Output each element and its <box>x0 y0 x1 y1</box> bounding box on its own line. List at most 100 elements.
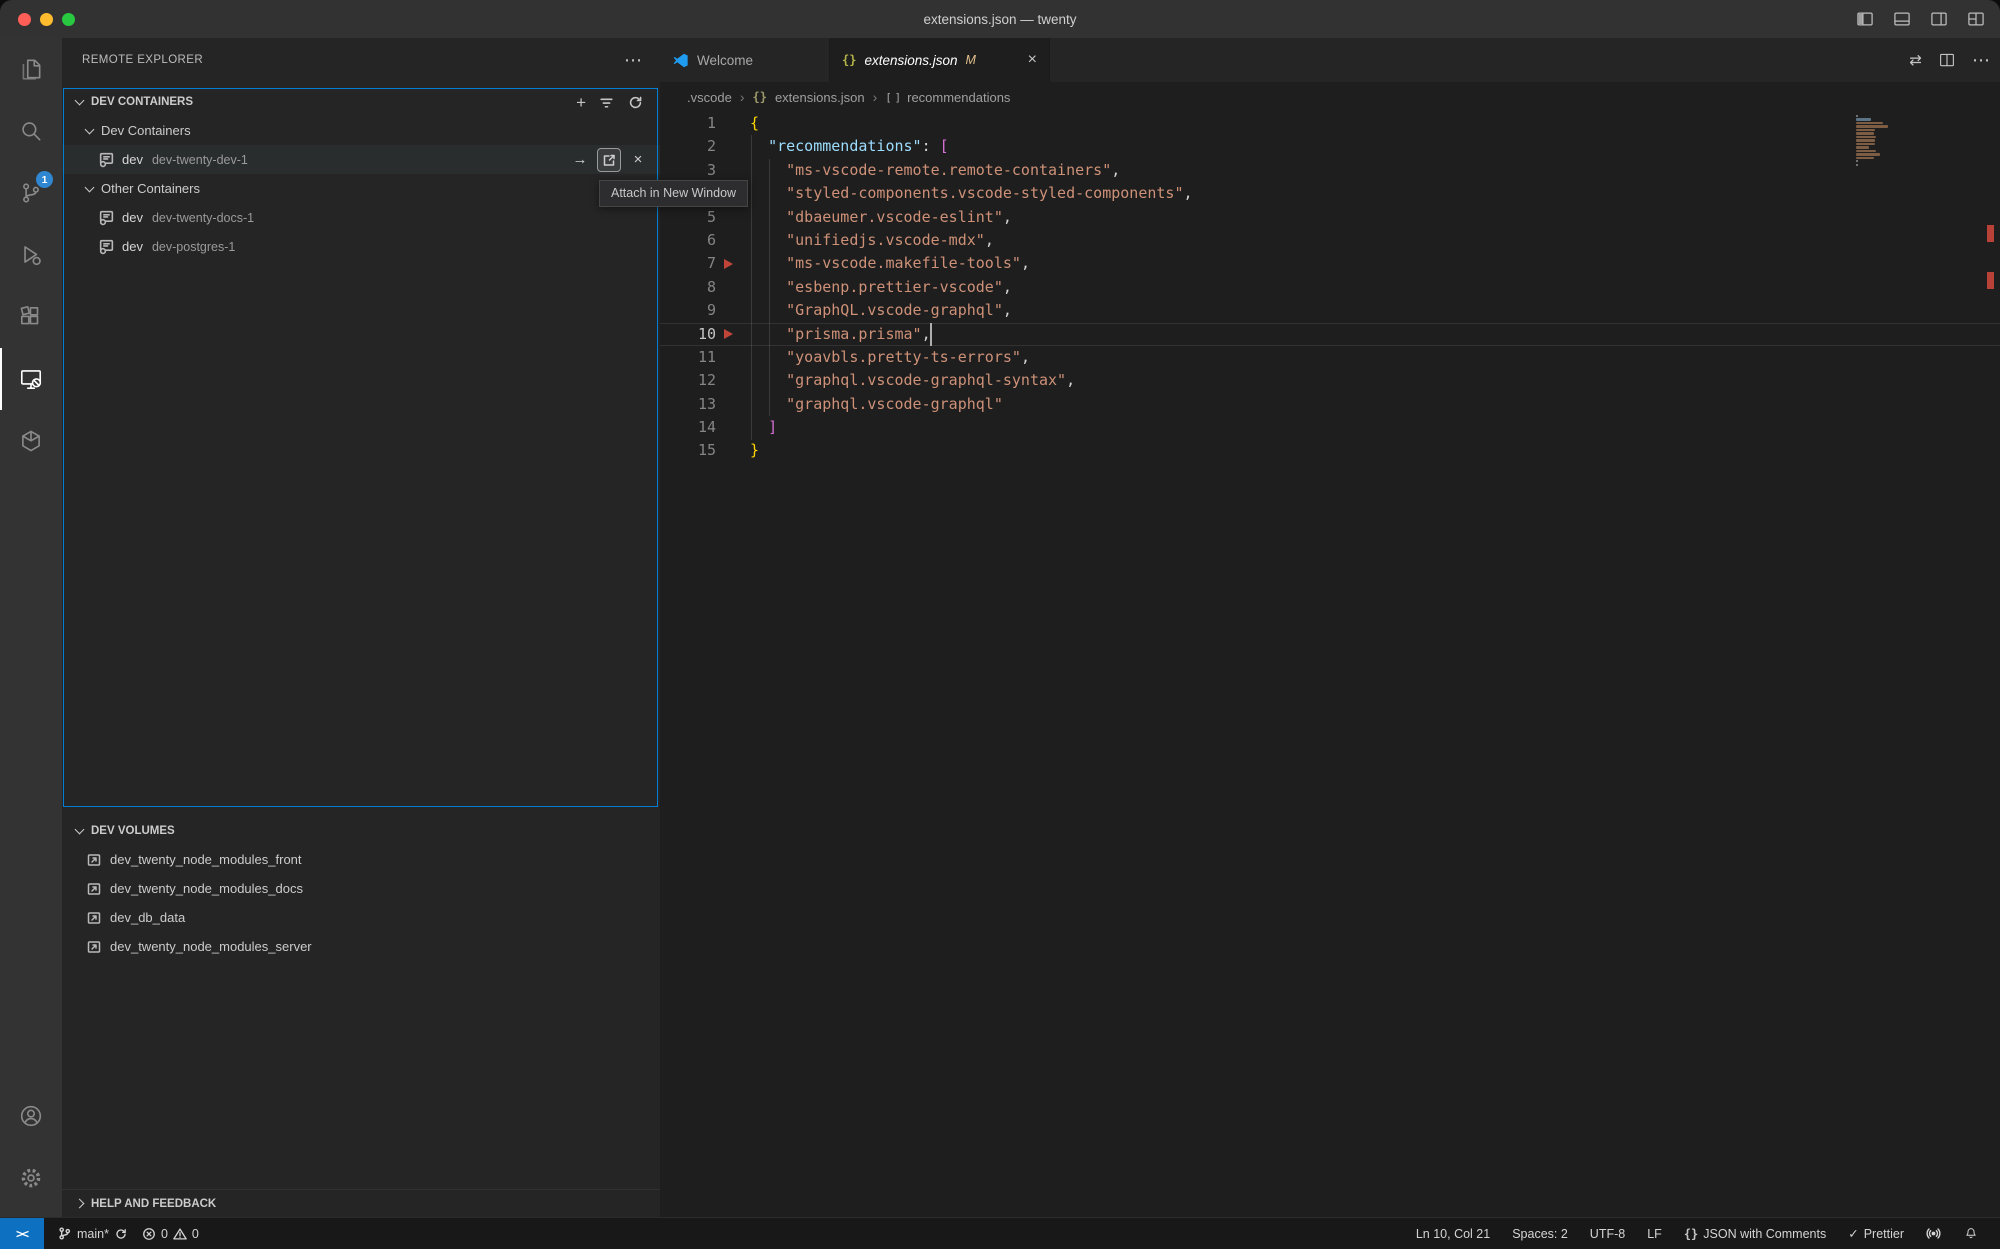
code-line[interactable]: 9 "GraphQL.vscode-graphql", <box>660 299 2000 322</box>
row-actions: → × <box>568 145 650 174</box>
open-changes-icon[interactable]: ⇄ <box>1909 51 1922 69</box>
code-line[interactable]: 13 "graphql.vscode-graphql" <box>660 393 2000 416</box>
encoding-status[interactable]: UTF-8 <box>1583 1223 1632 1245</box>
code-text: "unifiedjs.vscode-mdx", <box>750 229 994 252</box>
code-editor[interactable]: 1{2 "recommendations": [3 "ms-vscode-rem… <box>660 112 2000 1217</box>
toggle-primary-sidebar-icon[interactable] <box>1855 9 1875 29</box>
eol-status[interactable]: LF <box>1640 1223 1669 1245</box>
activity-search[interactable] <box>0 100 62 162</box>
dev-container-icon <box>98 151 115 168</box>
account-icon <box>18 1103 44 1129</box>
code-line[interactable]: 2 "recommendations": [ <box>660 135 2000 158</box>
line-number[interactable]: 3 <box>660 159 716 182</box>
containers-icon <box>18 428 44 454</box>
refresh-button[interactable] <box>627 94 644 111</box>
sidebar-more-actions-icon[interactable]: ⋯ <box>624 51 642 69</box>
activity-explorer[interactable] <box>0 38 62 100</box>
formatter-status[interactable]: ✓ Prettier <box>1841 1223 1911 1245</box>
zoom-window-button[interactable] <box>62 13 75 26</box>
minimize-window-button[interactable] <box>40 13 53 26</box>
chevron-right-icon <box>75 1199 85 1209</box>
problems-status[interactable]: 0 0 <box>135 1223 206 1245</box>
sync-icon <box>114 1227 128 1241</box>
notifications-status[interactable] <box>1956 1223 1986 1245</box>
container-row-dev-twenty-docs-1[interactable]: dev dev-twenty-docs-1 <box>62 203 660 232</box>
close-window-button[interactable] <box>18 13 31 26</box>
line-number[interactable]: 9 <box>660 299 716 322</box>
run-debug-icon <box>18 242 44 268</box>
container-row-dev-twenty-dev-1[interactable]: dev dev-twenty-dev-1 → × <box>62 145 660 174</box>
code-line[interactable]: 14 ] <box>660 416 2000 439</box>
activity-accounts[interactable] <box>0 1085 62 1147</box>
tree-group-dev-containers[interactable]: Dev Containers <box>62 116 660 145</box>
breadcrumb-symbol[interactable]: recommendations <box>907 90 1010 105</box>
more-actions-icon[interactable]: ⋯ <box>1972 50 1990 71</box>
code-line[interactable]: 5 "dbaeumer.vscode-eslint", <box>660 206 2000 229</box>
indentation-status[interactable]: Spaces: 2 <box>1505 1223 1575 1245</box>
toggle-panel-icon[interactable] <box>1892 9 1912 29</box>
cursor-position-status[interactable]: Ln 10, Col 21 <box>1409 1223 1497 1245</box>
broadcast-status[interactable] <box>1919 1223 1948 1245</box>
activity-remote-explorer[interactable] <box>0 348 62 410</box>
volume-row[interactable]: dev_twenty_node_modules_server <box>62 932 660 961</box>
line-number[interactable]: 10 <box>660 323 716 346</box>
close-tab-icon[interactable]: × <box>1028 51 1037 69</box>
container-row-dev-postgres-1[interactable]: dev dev-postgres-1 <box>62 232 660 261</box>
breadcrumb-file[interactable]: extensions.json <box>775 90 865 105</box>
remove-container-button[interactable]: × <box>626 148 650 172</box>
code-text: "yoavbls.pretty-ts-errors", <box>750 346 1030 369</box>
volume-row[interactable]: dev_db_data <box>62 903 660 932</box>
activity-run-debug[interactable] <box>0 224 62 286</box>
section-label: DEV VOLUMES <box>91 825 175 837</box>
remote-indicator[interactable]: >< <box>0 1218 44 1249</box>
line-number[interactable]: 6 <box>660 229 716 252</box>
code-line[interactable]: 8 "esbenp.prettier-vscode", <box>660 276 2000 299</box>
tree-group-other-containers[interactable]: Other Containers <box>62 174 660 203</box>
new-dev-container-button[interactable]: + <box>576 94 586 111</box>
line-number[interactable]: 5 <box>660 206 716 229</box>
activity-settings[interactable] <box>0 1147 62 1209</box>
line-number[interactable]: 14 <box>660 416 716 439</box>
code-line[interactable]: 12 "graphql.vscode-graphql-syntax", <box>660 369 2000 392</box>
line-number[interactable]: 12 <box>660 369 716 392</box>
breadcrumb-folder[interactable]: .vscode <box>687 90 732 105</box>
tab-welcome[interactable]: Welcome <box>660 38 830 82</box>
line-number[interactable]: 1 <box>660 112 716 135</box>
language-mode-status[interactable]: {} JSON with Comments <box>1677 1223 1833 1245</box>
code-line[interactable]: 15} <box>660 439 2000 462</box>
container-description: dev-postgres-1 <box>152 240 235 254</box>
volume-row[interactable]: dev_twenty_node_modules_docs <box>62 874 660 903</box>
line-number[interactable]: 15 <box>660 439 716 462</box>
activity-dev-containers[interactable] <box>0 410 62 472</box>
activity-extensions[interactable] <box>0 286 62 348</box>
line-number[interactable]: 13 <box>660 393 716 416</box>
volume-row[interactable]: dev_twenty_node_modules_front <box>62 845 660 874</box>
line-number[interactable]: 7 <box>660 252 716 275</box>
line-number[interactable]: 2 <box>660 135 716 158</box>
code-text: "recommendations": [ <box>750 135 949 158</box>
filter-button[interactable] <box>598 94 615 111</box>
toggle-secondary-sidebar-icon[interactable] <box>1929 9 1949 29</box>
activity-source-control[interactable]: 1 <box>0 162 62 224</box>
section-help-feedback[interactable]: HELP AND FEEDBACK <box>62 1189 660 1217</box>
line-number[interactable]: 8 <box>660 276 716 299</box>
code-line[interactable]: 4 "styled-components.vscode-styled-compo… <box>660 182 2000 205</box>
section-dev-containers[interactable]: DEV CONTAINERS + <box>62 88 660 116</box>
code-text: "styled-components.vscode-styled-compone… <box>750 182 1193 205</box>
code-line[interactable]: 7 "ms-vscode.makefile-tools", <box>660 252 2000 275</box>
minimap-line <box>1856 164 1858 166</box>
section-dev-volumes[interactable]: DEV VOLUMES <box>62 817 660 845</box>
minimap[interactable] <box>1836 115 1976 167</box>
code-line[interactable]: 3 "ms-vscode-remote.remote-containers", <box>660 159 2000 182</box>
customize-layout-icon[interactable] <box>1966 9 1986 29</box>
code-line[interactable]: 10 "prisma.prisma", <box>660 323 2000 346</box>
code-line[interactable]: 11 "yoavbls.pretty-ts-errors", <box>660 346 2000 369</box>
attach-in-new-window-button[interactable] <box>597 148 621 172</box>
code-line[interactable]: 1{ <box>660 112 2000 135</box>
attach-container-button[interactable]: → <box>568 148 592 172</box>
git-branch-status[interactable]: main* <box>50 1223 135 1245</box>
code-line[interactable]: 6 "unifiedjs.vscode-mdx", <box>660 229 2000 252</box>
split-editor-icon[interactable] <box>1938 51 1956 69</box>
line-number[interactable]: 11 <box>660 346 716 369</box>
tab-extensions-json[interactable]: {} extensions.json M × <box>830 38 1050 82</box>
